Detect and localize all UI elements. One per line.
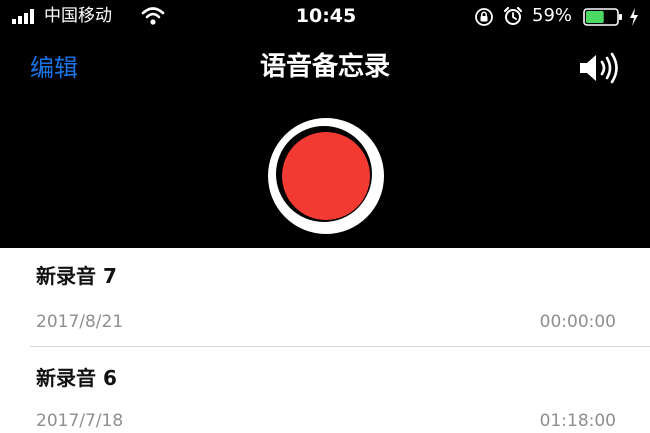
- voice-memos-screen: 中国移动 10:45 59% 编辑 语音备忘录 新录音 7 2017/8/21 …: [0, 0, 650, 433]
- recording-title: 新录音 7: [36, 264, 117, 288]
- signal-icon: [12, 9, 34, 24]
- speaker-icon[interactable]: [576, 50, 624, 86]
- recording-duration: 00:00:00: [539, 312, 616, 332]
- recording-item[interactable]: 新录音 7 2017/8/21 00:00:00: [0, 248, 650, 347]
- status-time: 10:45: [295, 5, 357, 27]
- carrier-name: 中国移动: [44, 6, 112, 26]
- wifi-icon: [141, 7, 165, 25]
- record-icon: [282, 132, 370, 220]
- edit-button[interactable]: 编辑: [30, 52, 78, 84]
- page-title: 语音备忘录: [259, 52, 390, 82]
- status-bar: 中国移动 10:45 59%: [0, 0, 650, 34]
- recording-item[interactable]: 新录音 6 2017/7/18 01:18:00: [0, 347, 650, 433]
- battery-percentage: 59%: [532, 5, 573, 26]
- battery-icon: [583, 8, 622, 26]
- alarm-icon: [503, 6, 523, 25]
- recording-date: 2017/7/18: [36, 411, 124, 431]
- orientation-lock-icon: [475, 8, 493, 26]
- recording-date: 2017/8/21: [36, 312, 124, 332]
- recording-duration: 01:18:00: [539, 411, 616, 431]
- recordings-list: 新录音 7 2017/8/21 00:00:00 新录音 6 2017/7/18…: [0, 248, 650, 433]
- charging-bolt-icon: [630, 8, 638, 26]
- record-button[interactable]: [268, 118, 384, 234]
- header-area: 中国移动 10:45 59% 编辑 语音备忘录: [0, 0, 650, 248]
- recording-title: 新录音 6: [36, 366, 117, 390]
